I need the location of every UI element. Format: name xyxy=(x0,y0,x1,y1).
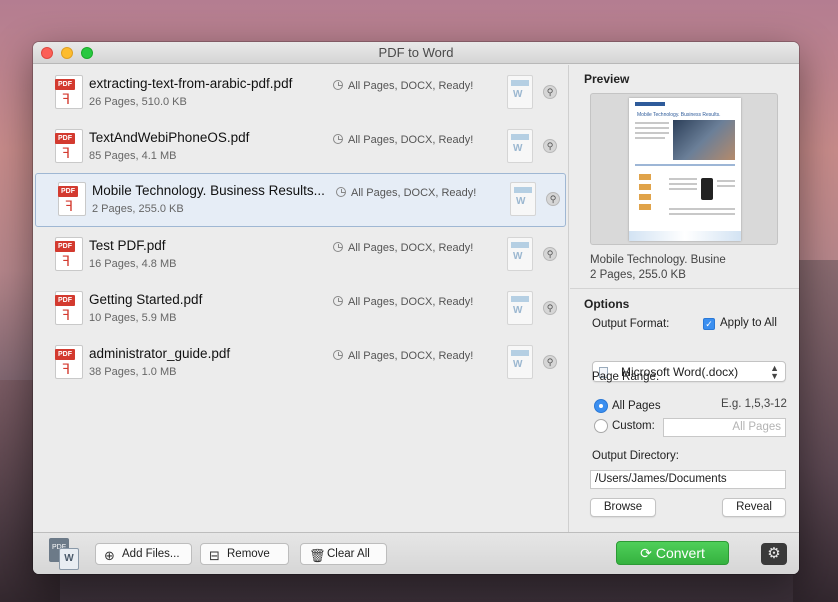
file-name: Test PDF.pdf xyxy=(89,238,166,253)
file-name: extracting-text-from-arabic-pdf.pdf xyxy=(89,76,293,91)
output-format-label: Output Format: xyxy=(592,318,670,330)
pdf-file-icon: PDF ꟻ xyxy=(55,345,83,379)
word-output-icon: W xyxy=(510,182,536,216)
clock-icon xyxy=(333,350,343,360)
file-status: All Pages, DOCX, Ready! xyxy=(333,80,473,92)
output-directory-field[interactable]: /Users/James/Documents xyxy=(590,470,786,489)
file-meta: 10 Pages, 5.9 MB xyxy=(89,312,177,324)
all-pages-label[interactable]: All Pages xyxy=(612,400,661,412)
page-range-example: E.g. 1,5,3-12 xyxy=(721,398,787,410)
file-meta: 16 Pages, 4.8 MB xyxy=(89,258,177,270)
page-range-label: Page Range: xyxy=(592,371,660,383)
remove-button[interactable]: ⊟ Remove xyxy=(200,543,289,565)
preview-phone-image xyxy=(701,178,713,200)
file-name: Mobile Technology. Business Results... xyxy=(92,183,325,198)
word-output-icon: W xyxy=(507,237,533,271)
clock-icon xyxy=(336,187,346,197)
magnifier-icon[interactable]: ⚲ xyxy=(543,247,557,261)
file-row[interactable]: PDF ꟻ Getting Started.pdf 10 Pages, 5.9 M… xyxy=(33,283,569,337)
sidebar: Preview Mobile Technology. Business Resu… xyxy=(570,65,799,532)
pdf-file-icon: PDF ꟻ xyxy=(55,291,83,325)
custom-range-radio[interactable] xyxy=(594,419,608,433)
desktop-mountain-right xyxy=(793,260,838,602)
file-status: All Pages, DOCX, Ready! xyxy=(336,187,476,199)
preview-file-meta: 2 Pages, 255.0 KB xyxy=(590,269,686,281)
remove-file-icon: ⊟ xyxy=(209,548,220,563)
magnifier-icon[interactable]: ⚲ xyxy=(543,139,557,153)
file-row[interactable]: PDF ꟻ extracting-text-from-arabic-pdf.pdf… xyxy=(33,67,569,121)
file-row[interactable]: PDF ꟻ TextAndWebiPhoneOS.pdf 85 Pages, 4.… xyxy=(33,121,569,175)
file-row[interactable]: PDF ꟻ administrator_guide.pdf 38 Pages, 1… xyxy=(33,337,569,391)
titlebar: PDF to Word xyxy=(33,42,799,64)
clock-icon xyxy=(333,242,343,252)
refresh-icon: ⟳ xyxy=(640,545,652,561)
file-status: All Pages, DOCX, Ready! xyxy=(333,134,473,146)
word-output-icon: W xyxy=(507,291,533,325)
preview-flowchart xyxy=(635,174,663,218)
file-name: administrator_guide.pdf xyxy=(89,346,231,361)
convert-button[interactable]: ⟳ Convert xyxy=(616,541,729,565)
file-meta: 85 Pages, 4.1 MB xyxy=(89,150,177,162)
bottom-toolbar: PDF W ⊕Add Files... ⊟Remove 🗑Clear All ⟳… xyxy=(33,532,799,574)
add-files-button[interactable]: ⊕ Add Files... xyxy=(95,543,192,565)
magnifier-icon[interactable]: ⚲ xyxy=(543,355,557,369)
file-meta: 2 Pages, 255.0 KB xyxy=(92,203,184,215)
pdf-to-word-app-icon: PDF W xyxy=(47,538,79,570)
custom-range-label[interactable]: Custom: xyxy=(612,420,655,432)
file-status: All Pages, DOCX, Ready! xyxy=(333,242,473,254)
word-output-icon: W xyxy=(507,345,533,379)
browse-button[interactable]: Browse xyxy=(590,498,656,517)
magnifier-icon[interactable]: ⚲ xyxy=(546,192,560,206)
pdf-file-icon: PDF ꟻ xyxy=(55,129,83,163)
reveal-button[interactable]: Reveal xyxy=(722,498,786,517)
options-heading: Options xyxy=(584,297,630,311)
sidebar-divider xyxy=(570,288,799,289)
window-title: PDF to Word xyxy=(378,45,454,60)
file-row-selected[interactable]: PDF ꟻ Mobile Technology. Business Results… xyxy=(35,173,566,227)
app-window: PDF to Word PDF ꟻ extracting-text-from-ar… xyxy=(33,42,799,574)
file-status: All Pages, DOCX, Ready! xyxy=(333,350,473,362)
file-name: TextAndWebiPhoneOS.pdf xyxy=(89,130,250,145)
apply-to-all-checkbox[interactable]: ✓ xyxy=(703,318,715,330)
pdf-file-icon: PDF ꟻ xyxy=(55,237,83,271)
file-status: All Pages, DOCX, Ready! xyxy=(333,296,473,308)
preview-box[interactable]: Mobile Technology. Business Results. xyxy=(590,93,778,245)
file-name: Getting Started.pdf xyxy=(89,292,203,307)
file-row[interactable]: PDF ꟻ Test PDF.pdf 16 Pages, 4.8 MB All P… xyxy=(33,229,569,283)
clock-icon xyxy=(333,134,343,144)
preview-page-thumbnail: Mobile Technology. Business Results. xyxy=(629,98,741,241)
pdf-file-icon: PDF ꟻ xyxy=(58,182,86,216)
clear-all-button[interactable]: 🗑 Clear All xyxy=(300,543,387,565)
clock-icon xyxy=(333,296,343,306)
apply-to-all-label[interactable]: Apply to All xyxy=(720,317,777,329)
pdf-file-icon: PDF ꟻ xyxy=(55,75,83,109)
gear-icon[interactable]: ⚙ xyxy=(761,543,787,565)
magnifier-icon[interactable]: ⚲ xyxy=(543,85,557,99)
chevron-updown-icon: ▲ ▼ xyxy=(770,363,779,381)
output-directory-label: Output Directory: xyxy=(592,450,679,462)
main-content: PDF ꟻ extracting-text-from-arabic-pdf.pdf… xyxy=(33,65,799,532)
word-output-icon: W xyxy=(507,75,533,109)
file-list[interactable]: PDF ꟻ extracting-text-from-arabic-pdf.pdf… xyxy=(33,65,569,532)
file-meta: 26 Pages, 510.0 KB xyxy=(89,96,187,108)
word-output-icon: W xyxy=(507,129,533,163)
preview-file-name: Mobile Technology. Busine xyxy=(590,254,726,266)
preview-photo xyxy=(673,120,735,160)
add-file-icon: ⊕ xyxy=(104,548,115,563)
clock-icon xyxy=(333,80,343,90)
trash-icon: 🗑 xyxy=(309,548,326,563)
magnifier-icon[interactable]: ⚲ xyxy=(543,301,557,315)
all-pages-radio[interactable] xyxy=(594,399,608,413)
custom-range-input[interactable]: All Pages xyxy=(663,418,786,437)
file-meta: 38 Pages, 1.0 MB xyxy=(89,366,177,378)
preview-page-title: Mobile Technology. Business Results. xyxy=(637,112,721,118)
preview-heading: Preview xyxy=(584,72,630,86)
